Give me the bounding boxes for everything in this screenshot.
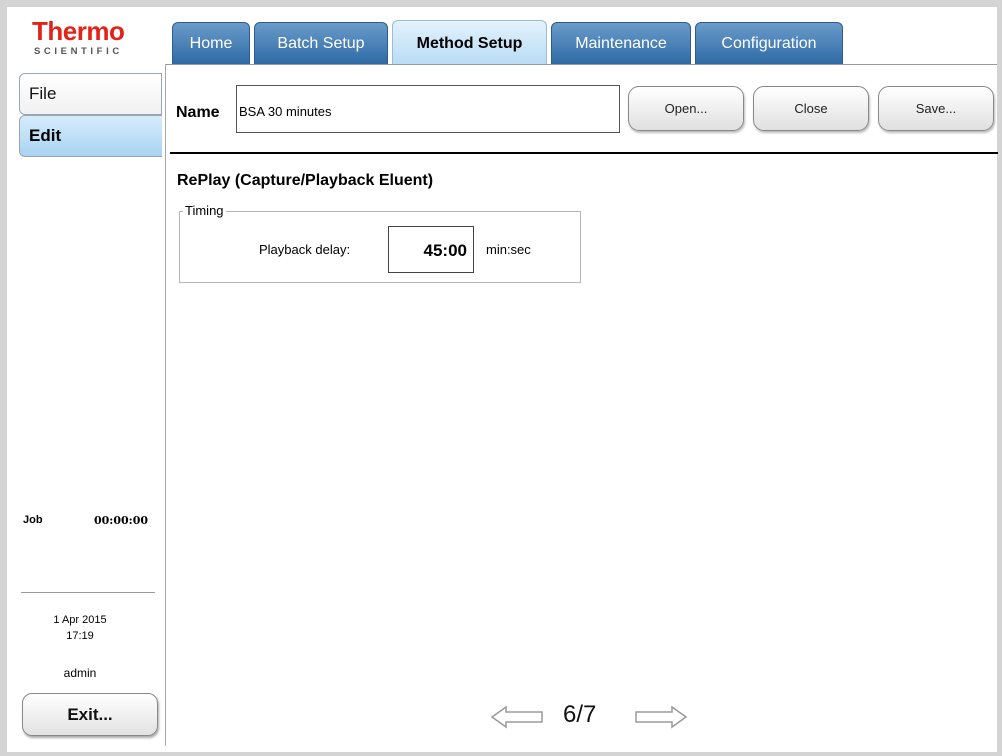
tab-configuration[interactable]: Configuration xyxy=(695,22,843,64)
save-button[interactable]: Save... xyxy=(878,86,994,131)
current-date: 1 Apr 2015 xyxy=(53,614,107,626)
thermo-scientific-logo: Thermo SCIENTIFIC xyxy=(16,16,156,60)
close-button[interactable]: Close xyxy=(753,86,869,131)
playback-delay-unit: min:sec xyxy=(486,242,531,257)
user-name: admin xyxy=(63,666,97,680)
playback-delay-input[interactable]: 45:00 xyxy=(388,226,474,273)
section-divider xyxy=(170,152,998,154)
previous-page-arrow-icon[interactable] xyxy=(490,704,548,730)
next-page-arrow-icon[interactable] xyxy=(630,704,688,730)
sidebar-item-edit[interactable]: Edit xyxy=(19,115,162,157)
method-name-label: Name xyxy=(176,104,220,121)
page-indicator: 6/7 xyxy=(563,701,597,728)
exit-button[interactable]: Exit... xyxy=(22,693,158,736)
date-time: 1 Apr 2015 17:19 xyxy=(20,612,140,644)
sidebar-divider xyxy=(21,592,155,593)
tab-batch-setup[interactable]: Batch Setup xyxy=(254,22,388,64)
playback-delay-label: Playback delay: xyxy=(259,242,351,257)
sidebar-item-file[interactable]: File xyxy=(19,73,162,115)
job-time: 00:00:00 xyxy=(94,514,149,527)
logo-word: Thermo xyxy=(32,16,125,46)
timing-group-label: Timing xyxy=(183,203,226,218)
tab-baseline xyxy=(165,64,997,65)
main-tab-bar: Home Batch Setup Method Setup Maintenanc… xyxy=(172,20,992,64)
logo-subtitle: SCIENTIFIC xyxy=(34,46,123,57)
job-label: Job xyxy=(23,514,43,526)
tab-home[interactable]: Home xyxy=(172,22,250,64)
method-name-field[interactable]: BSA 30 minutes xyxy=(236,85,620,133)
tab-maintenance[interactable]: Maintenance xyxy=(551,22,691,64)
current-time: 17:19 xyxy=(66,630,94,642)
section-title: RePlay (Capture/Playback Eluent) xyxy=(177,172,434,189)
open-button[interactable]: Open... xyxy=(628,86,744,131)
tab-method-setup[interactable]: Method Setup xyxy=(392,20,547,64)
